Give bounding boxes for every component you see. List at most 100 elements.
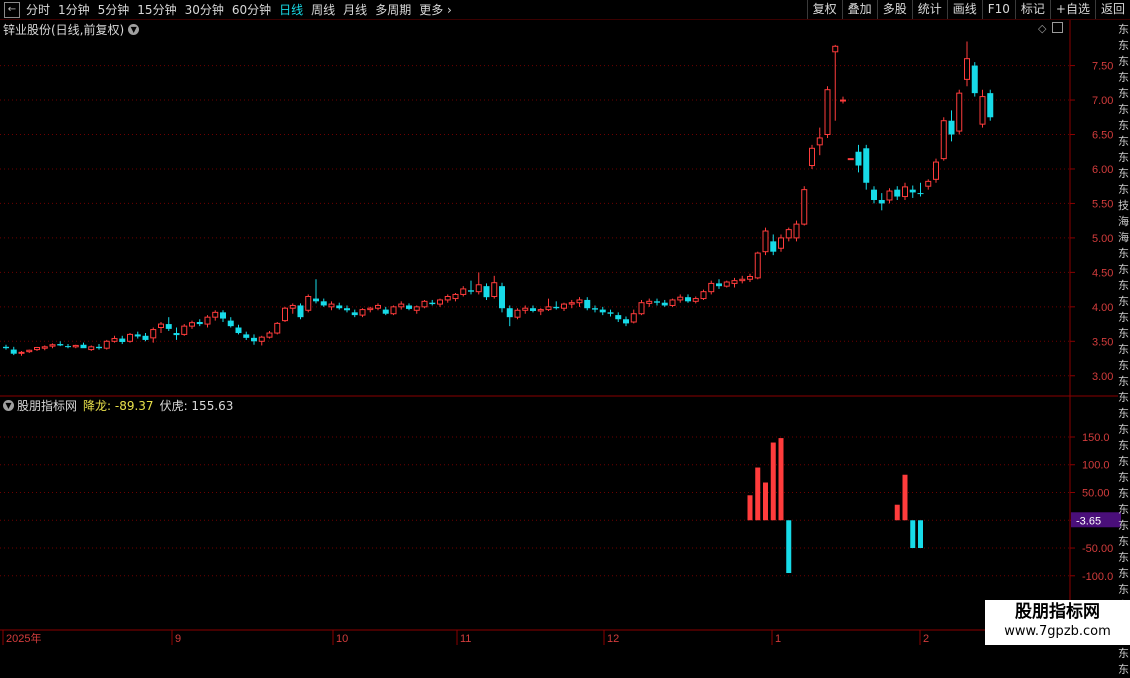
candle-body-up: [638, 302, 645, 315]
add-watchlist-button[interactable]: +自选: [1049, 0, 1095, 19]
indicator-bar: [755, 467, 761, 521]
candle-body-up: [49, 344, 56, 347]
candle-body-up: [437, 299, 443, 305]
candle-body-up: [258, 336, 265, 342]
draw-line-button[interactable]: 画线: [946, 0, 982, 19]
price-tick-label: 5.50: [1092, 198, 1113, 210]
candle-body-up: [669, 299, 676, 306]
tab-period-30min[interactable]: 30分钟: [185, 1, 224, 18]
multi-stock-button[interactable]: 多股: [876, 0, 912, 19]
indicator-tick-label: 50.00: [1082, 488, 1110, 500]
candle-body-up: [421, 300, 428, 308]
adjust-rights-button[interactable]: 复权: [806, 0, 842, 19]
indicator-name[interactable]: 股朋指标网: [17, 397, 77, 414]
chevron-down-icon[interactable]: ▼: [3, 400, 14, 411]
time-tick-label: 9: [175, 633, 181, 645]
candle-body-down: [142, 335, 149, 340]
time-tick-label: 2: [923, 633, 929, 645]
candle-body-up: [731, 280, 738, 284]
candle-body-up: [677, 296, 684, 301]
candle-body-down: [227, 320, 234, 327]
tab-period-monthly[interactable]: 月线: [343, 1, 367, 18]
candle-body-down: [716, 283, 722, 287]
candle-body-up: [127, 333, 133, 342]
window-toggle-icon[interactable]: [1052, 22, 1064, 33]
candle-body-down: [770, 241, 777, 252]
price-tick-label: 6.50: [1092, 130, 1113, 142]
candle-body-up: [840, 99, 846, 102]
candle-body-up: [561, 303, 567, 309]
candle-body-up: [305, 295, 312, 311]
mark-button[interactable]: 标记: [1014, 0, 1050, 19]
candle-body-down: [297, 305, 304, 318]
tab-period-daily[interactable]: 日线: [279, 1, 303, 18]
side-info-strip[interactable]: 东东东东东东东东东东东技海海东东东东东东东东东东东东东东东东东东东东东东东东东东…: [1118, 22, 1130, 678]
candle-body-down: [429, 302, 436, 305]
candle-body-up: [522, 307, 529, 311]
price-tick-label: 3.50: [1092, 336, 1113, 348]
candle-body-down: [220, 312, 226, 319]
return-button[interactable]: 返回: [1094, 0, 1130, 19]
price-tick-label: 6.00: [1092, 164, 1113, 176]
price-tick-label: 4.50: [1092, 267, 1113, 279]
candle-body-down: [894, 189, 901, 197]
candle-body-down: [243, 334, 250, 338]
candlestick-series: [3, 41, 994, 356]
price-tick-label: 4.00: [1092, 302, 1113, 314]
tab-period-15min[interactable]: 15分钟: [137, 1, 176, 18]
candle-body-up: [630, 313, 637, 323]
candle-body-down: [80, 344, 87, 349]
candle-body-up: [158, 323, 164, 329]
tab-period-multi[interactable]: 多周期: [375, 1, 411, 18]
statistics-button[interactable]: 统计: [911, 0, 947, 19]
candle-body-up: [514, 309, 521, 318]
candle-body-down: [584, 299, 591, 309]
time-tick-label: 2025年: [6, 631, 41, 645]
candle-body-down: [65, 346, 71, 348]
candle-body-up: [150, 329, 157, 339]
candle-body-up: [452, 293, 459, 300]
candle-body-up: [785, 229, 792, 239]
candle-body-up: [754, 252, 761, 279]
more-label: 更多: [419, 3, 444, 17]
stock-title-text: 锌业股份(日线,前复权): [3, 23, 125, 37]
tab-period-fenshi[interactable]: 分时: [26, 1, 50, 18]
jianglong-value: 降龙: -89.37: [83, 399, 154, 413]
tab-period-60min[interactable]: 60分钟: [232, 1, 271, 18]
candle-body-down: [685, 297, 691, 302]
tab-period-weekly[interactable]: 周线: [311, 1, 335, 18]
candle-body-down: [351, 312, 358, 316]
indicator-tick-label: 150.0: [1082, 432, 1110, 444]
candle-body-down: [615, 315, 622, 320]
time-tick-label: 12: [607, 633, 619, 645]
candle-body-up: [940, 120, 947, 160]
candle-body-up: [18, 351, 25, 354]
candle-body-down: [971, 65, 978, 94]
candle-body-up: [266, 332, 273, 338]
candle-body-up: [762, 230, 769, 253]
tab-period-5min[interactable]: 5分钟: [98, 1, 130, 18]
back-arrow-icon[interactable]: ←: [4, 1, 20, 18]
chevron-down-icon[interactable]: ▼: [128, 24, 140, 35]
candle-body-up: [739, 278, 746, 282]
candle-body-down: [661, 302, 668, 306]
diamond-icon[interactable]: ◇: [1038, 22, 1046, 35]
time-tick-label: 1: [775, 633, 781, 645]
price-tick-label: 5.00: [1092, 233, 1113, 245]
candle-body-up: [809, 147, 815, 167]
tab-period-1min[interactable]: 1分钟: [58, 1, 90, 18]
stock-title[interactable]: 锌业股份(日线,前复权) ▼: [3, 21, 140, 38]
candle-body-down: [607, 312, 614, 314]
candle-body-up: [413, 306, 420, 311]
candle-body-up: [700, 291, 707, 300]
candle-body-down: [530, 308, 536, 311]
candle-body-down: [313, 298, 319, 302]
overlay-button[interactable]: 叠加: [841, 0, 877, 19]
candle-body-down: [96, 346, 102, 349]
f10-button[interactable]: F10: [981, 0, 1015, 19]
candle-body-up: [289, 304, 296, 309]
more-menu[interactable]: 更多 ›: [419, 1, 452, 18]
candle-body-up: [747, 276, 753, 280]
indicator-bar: [918, 520, 923, 549]
candle-body-down: [863, 148, 870, 183]
